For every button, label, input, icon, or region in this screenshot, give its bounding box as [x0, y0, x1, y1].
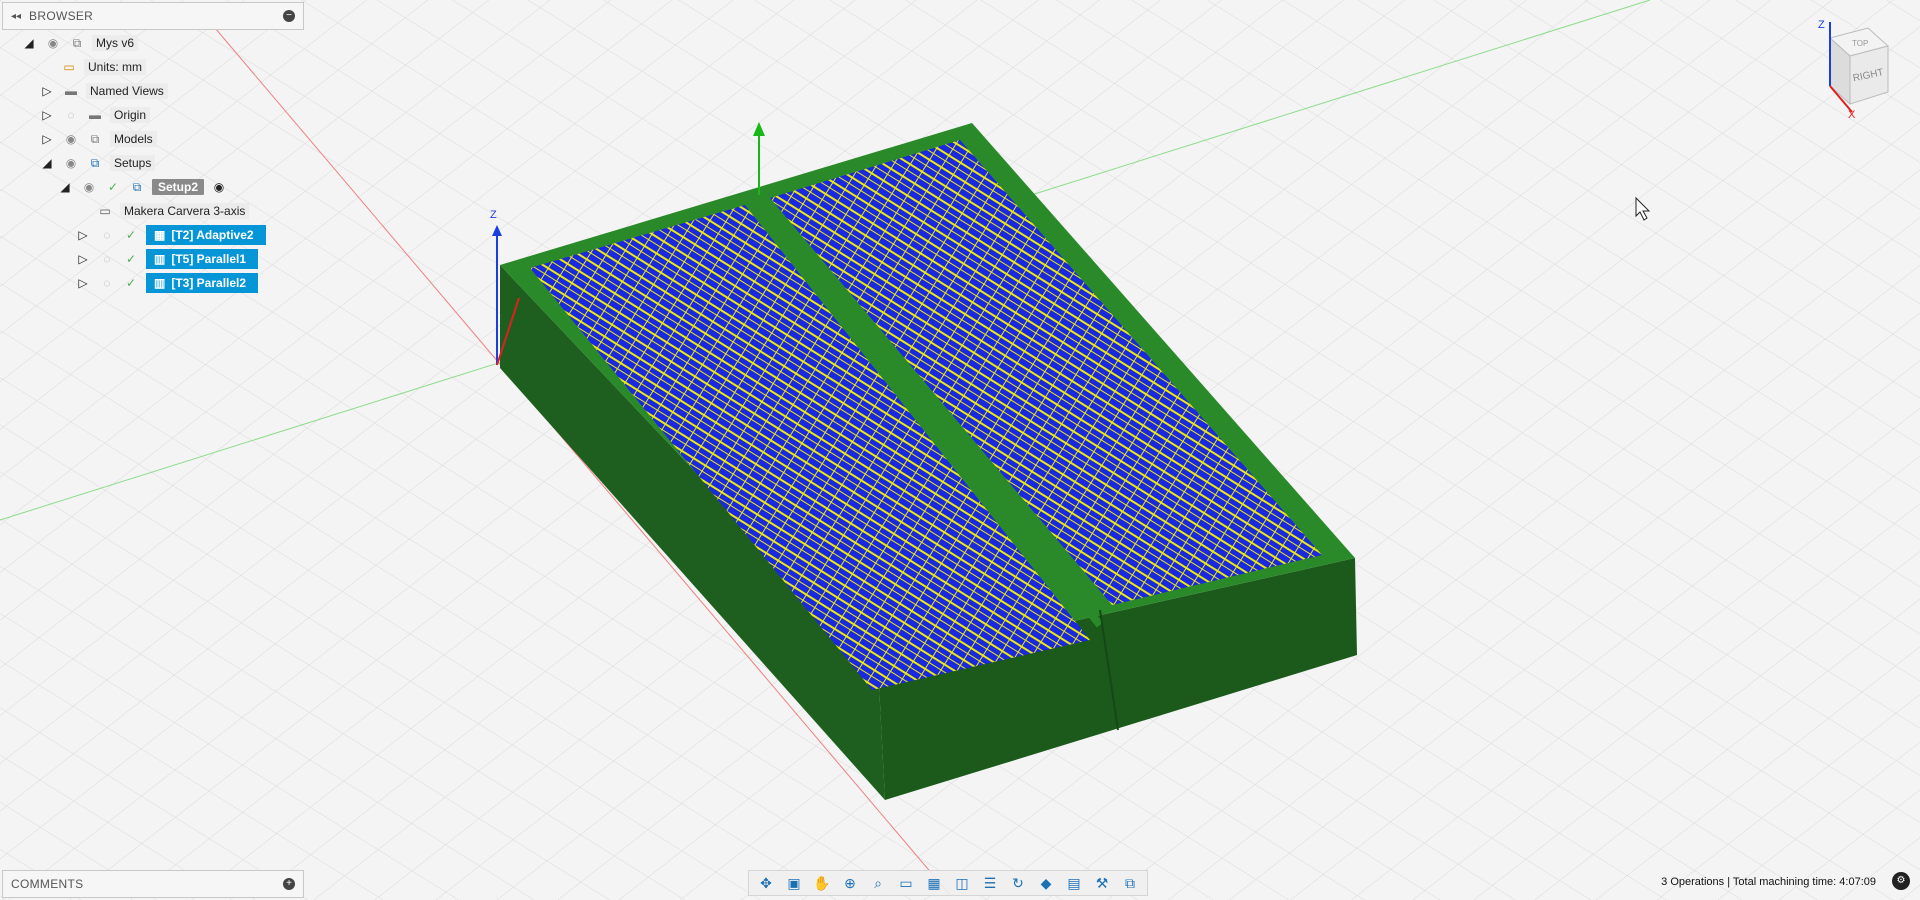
environment-icon[interactable]: ▤ — [1063, 874, 1085, 892]
browser-panel: ◂◂ BROWSER − — [2, 2, 304, 30]
eye-hidden-icon[interactable]: ◌ — [98, 226, 116, 244]
check-icon: ✓ — [107, 180, 119, 194]
layout-icon[interactable]: ☰ — [979, 874, 1001, 892]
tree-named-views[interactable]: ▷ ▬ Named Views — [38, 80, 168, 102]
tree-machine[interactable]: ▭ Makera Carvera 3-axis — [96, 200, 250, 222]
expand-triangle-icon[interactable]: ▷ — [74, 226, 92, 244]
machine-label: Makera Carvera 3-axis — [120, 203, 250, 219]
status-options-icon[interactable]: ⚙ — [1892, 872, 1910, 890]
tree-models[interactable]: ▷ ◉ ⧉ Models — [38, 128, 157, 150]
view-cube-z-label: Z — [1818, 19, 1825, 31]
expand-triangle-icon[interactable]: ▷ — [38, 82, 56, 100]
comments-panel: COMMENTS + — [2, 870, 304, 898]
root-label: Mys v6 — [92, 35, 139, 51]
folder-icon: ▬ — [89, 108, 101, 122]
triad-z-label: Z — [490, 209, 497, 221]
eye-icon[interactable]: ◉ — [62, 130, 80, 148]
collapse-panel-icon[interactable]: ◂◂ — [11, 11, 21, 22]
eye-hidden-icon[interactable]: ◌ — [98, 250, 116, 268]
tree-operation[interactable]: ▷ ◌ ✓ ▥ [T5] Parallel1 — [74, 248, 258, 270]
view-cube-x-label: X — [1848, 109, 1856, 121]
add-comment-icon[interactable]: + — [283, 878, 295, 890]
machine-icon: ▭ — [99, 204, 111, 218]
tree-origin[interactable]: ▷ ◌ ▬ Origin — [38, 104, 151, 126]
named-views-label: Named Views — [86, 83, 168, 99]
operation-label[interactable]: ▥ [T5] Parallel1 — [146, 249, 258, 269]
eye-icon[interactable]: ◉ — [62, 154, 80, 172]
operation-text: [T3] Parallel2 — [171, 276, 247, 290]
zoom-icon[interactable]: ⊕ — [839, 874, 861, 892]
setup-icon: ⧉ — [132, 179, 142, 194]
collapse-triangle-icon[interactable]: ◢ — [20, 34, 38, 52]
expand-triangle-icon[interactable]: ▷ — [38, 106, 56, 124]
models-label: Models — [110, 131, 157, 147]
tree-operation[interactable]: ▷ ◌ ✓ ▥ [T3] Parallel2 — [74, 272, 258, 294]
origin-label: Origin — [110, 107, 151, 123]
browser-title: BROWSER — [29, 9, 94, 23]
pan-icon[interactable]: ✋ — [811, 874, 833, 892]
view-cube-top-label: TOP — [1852, 39, 1868, 48]
document-icon: ⧉ — [72, 35, 82, 50]
tree-setup[interactable]: ◢ ◉ ✓ ⧉ Setup2 ◉ — [56, 176, 228, 198]
setups-label: Setups — [110, 155, 156, 171]
viewports-icon[interactable]: ◫ — [951, 874, 973, 892]
stock-icon[interactable]: ⧉ — [1119, 874, 1141, 892]
tool-icon[interactable]: ⚒ — [1091, 874, 1113, 892]
adaptive-icon: ▦ — [154, 228, 166, 242]
3d-viewport[interactable]: Z RIGHT TOP Z X — [0, 0, 1920, 900]
operation-text: [T5] Parallel1 — [171, 252, 247, 266]
tree-units[interactable]: ▭ Units: mm — [60, 56, 146, 78]
expand-triangle-icon[interactable]: ▷ — [74, 250, 92, 268]
operation-label[interactable]: ▦ [T2] Adaptive2 — [146, 225, 266, 245]
status-bar-text: 3 Operations | Total machining time: 4:0… — [1661, 876, 1876, 888]
collapse-triangle-icon[interactable]: ◢ — [56, 178, 74, 196]
comments-title: COMMENTS — [11, 877, 84, 891]
models-icon: ⧉ — [90, 131, 100, 146]
section-icon[interactable]: ◆ — [1035, 874, 1057, 892]
setups-icon: ⧉ — [90, 155, 100, 170]
units-icon: ▭ — [63, 60, 75, 74]
grid-icon[interactable]: ▦ — [923, 874, 945, 892]
collapse-triangle-icon[interactable]: ◢ — [38, 154, 56, 172]
zoom-window-icon[interactable]: ⌕ — [867, 874, 889, 892]
refresh-icon[interactable]: ↻ — [1007, 874, 1029, 892]
setup-label[interactable]: Setup2 — [152, 179, 205, 195]
parallel-icon: ▥ — [154, 252, 166, 266]
display-settings-icon[interactable]: ▭ — [895, 874, 917, 892]
check-icon: ✓ — [125, 252, 137, 266]
parallel-icon: ▥ — [154, 276, 166, 290]
orbit-icon[interactable]: ✥ — [755, 874, 777, 892]
check-icon: ✓ — [125, 228, 137, 242]
navigation-toolbar: ✥ ▣ ✋ ⊕ ⌕ ▭ ▦ ◫ ☰ ↻ ◆ ▤ ⚒ ⧉ — [748, 870, 1148, 896]
operation-text: [T2] Adaptive2 — [171, 228, 254, 242]
check-icon: ✓ — [125, 276, 137, 290]
folder-icon: ▬ — [65, 84, 77, 98]
expand-triangle-icon[interactable]: ▷ — [38, 130, 56, 148]
eye-icon[interactable]: ◉ — [44, 34, 62, 52]
active-setup-icon[interactable]: ◉ — [210, 178, 228, 196]
tree-root[interactable]: ◢ ◉ ⧉ Mys v6 — [20, 32, 139, 54]
expand-triangle-icon[interactable]: ▷ — [74, 274, 92, 292]
units-label: Units: mm — [84, 59, 146, 75]
tree-setups[interactable]: ◢ ◉ ⧉ Setups — [38, 152, 156, 174]
eye-icon[interactable]: ◉ — [80, 178, 98, 196]
panel-options-icon[interactable]: − — [283, 10, 295, 22]
eye-hidden-icon[interactable]: ◌ — [62, 106, 80, 124]
look-at-icon[interactable]: ▣ — [783, 874, 805, 892]
eye-hidden-icon[interactable]: ◌ — [98, 274, 116, 292]
tree-operation[interactable]: ▷ ◌ ✓ ▦ [T2] Adaptive2 — [74, 224, 266, 246]
operation-label[interactable]: ▥ [T3] Parallel2 — [146, 273, 258, 293]
